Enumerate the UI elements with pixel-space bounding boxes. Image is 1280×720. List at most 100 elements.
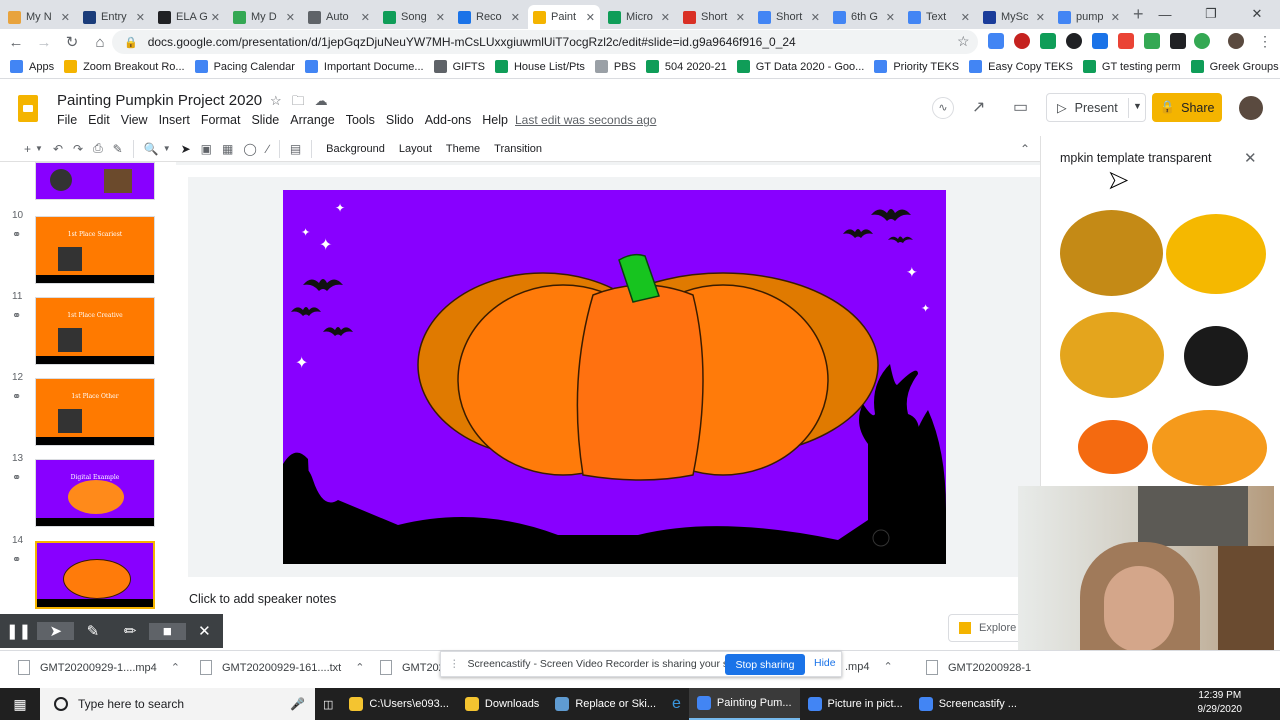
slides-logo-icon[interactable] bbox=[18, 95, 38, 122]
bookmark-item[interactable]: Important Docume... bbox=[304, 60, 424, 73]
close-tab-icon[interactable]: ✕ bbox=[286, 11, 295, 24]
taskbar-app[interactable]: Replace or Ski... bbox=[547, 688, 664, 720]
windows-start-icon[interactable]: ▦ bbox=[0, 696, 40, 713]
slide-thumbnail[interactable]: 1st Place Other bbox=[35, 378, 155, 446]
close-tab-icon[interactable]: ✕ bbox=[661, 11, 670, 24]
search-result-image[interactable] bbox=[1060, 210, 1163, 296]
download-item[interactable]: GMT20200929-1....mp4 ⌃ bbox=[18, 660, 180, 675]
bookmark-item[interactable]: Easy Copy TEKS bbox=[969, 60, 1073, 73]
extension-icon[interactable] bbox=[988, 33, 1004, 49]
move-folder-icon[interactable]: 🗀 bbox=[292, 93, 315, 108]
extension-icon[interactable] bbox=[1194, 33, 1210, 49]
bookmark-item[interactable]: GT Data 2020 - Goo... bbox=[736, 60, 864, 73]
menu-item-format[interactable]: Format bbox=[201, 113, 241, 127]
menu-item-slido[interactable]: Slido bbox=[386, 113, 414, 127]
menu-item-help[interactable]: Help bbox=[482, 113, 508, 127]
bookmark-item[interactable]: Greek Groups Carp... bbox=[1190, 60, 1280, 73]
current-slide[interactable]: ✦ ✦ ✦ ✦ ✦ ✦ bbox=[283, 190, 946, 564]
microphone-icon[interactable]: 🎤 bbox=[290, 697, 305, 711]
taskbar-app[interactable]: Picture in pict... bbox=[800, 688, 911, 720]
bookmark-item[interactable]: Apps bbox=[10, 60, 54, 73]
close-tab-icon[interactable]: ✕ bbox=[361, 11, 370, 24]
bookmark-item[interactable]: Priority TEKS bbox=[874, 60, 959, 73]
close-window-icon[interactable]: ✕ bbox=[1234, 0, 1280, 28]
paint-format-icon[interactable]: ✎ bbox=[113, 142, 123, 156]
background-button[interactable]: Background bbox=[326, 143, 385, 155]
browser-tab[interactable]: ELA G ✕ bbox=[153, 5, 225, 29]
bookmark-item[interactable]: Zoom Breakout Ro... bbox=[64, 60, 185, 73]
taskbar-app[interactable]: Downloads bbox=[457, 688, 547, 720]
stop-sharing-button[interactable]: Stop sharing bbox=[725, 654, 805, 675]
browser-tab[interactable]: Micro ✕ bbox=[603, 5, 675, 29]
close-tab-icon[interactable]: ✕ bbox=[1111, 11, 1120, 24]
close-tab-icon[interactable]: ✕ bbox=[136, 11, 145, 24]
browser-tab[interactable]: Short ✕ bbox=[753, 5, 825, 29]
camera-icon[interactable]: ■ bbox=[148, 622, 186, 640]
menu-item-slide[interactable]: Slide bbox=[251, 113, 279, 127]
theme-button[interactable]: Theme bbox=[446, 143, 480, 155]
print-icon[interactable]: ⎙ bbox=[93, 141, 103, 156]
present-button[interactable]: ▷ Present ▼ bbox=[1046, 93, 1146, 122]
browser-menu-icon[interactable]: ⋮ bbox=[1258, 33, 1272, 50]
reload-icon[interactable]: ↻ bbox=[60, 33, 84, 51]
extension-icon[interactable] bbox=[1014, 33, 1030, 49]
speaker-notes[interactable]: Click to add speaker notes bbox=[176, 580, 1040, 620]
bookmark-item[interactable]: GIFTS bbox=[433, 60, 485, 73]
cloud-status-icon[interactable]: ☁ bbox=[315, 93, 338, 108]
search-result-image[interactable] bbox=[1078, 420, 1148, 474]
browser-tab[interactable]: Reco ✕ bbox=[453, 5, 525, 29]
shape-icon[interactable]: ◯ bbox=[243, 142, 256, 156]
search-result-image[interactable] bbox=[1166, 214, 1266, 294]
transition-button[interactable]: Transition bbox=[494, 143, 542, 155]
taskbar-search[interactable]: Type here to search 🎤 bbox=[40, 688, 315, 720]
browser-tab[interactable]: Auto ✕ bbox=[303, 5, 375, 29]
search-result-image[interactable] bbox=[1060, 312, 1164, 398]
bookmark-star-icon[interactable]: ☆ bbox=[957, 33, 970, 50]
select-cursor-icon[interactable]: ➤ bbox=[181, 142, 191, 156]
browser-tab[interactable]: Short ✕ bbox=[678, 5, 750, 29]
taskbar-app[interactable]: Screencastify ... bbox=[911, 688, 1025, 720]
close-tab-icon[interactable]: ✕ bbox=[736, 11, 745, 24]
edge-browser-icon[interactable]: e bbox=[664, 688, 689, 720]
chevron-up-icon[interactable]: ⌃ bbox=[355, 661, 364, 674]
close-tab-icon[interactable]: ✕ bbox=[61, 11, 70, 24]
close-tab-icon[interactable]: ✕ bbox=[586, 11, 595, 24]
menu-item-arrange[interactable]: Arrange bbox=[290, 113, 334, 127]
close-tab-icon[interactable]: ✕ bbox=[1036, 11, 1045, 24]
download-item[interactable]: .mp4 ⌃ bbox=[845, 660, 893, 674]
browser-tab[interactable]: MySc ✕ bbox=[978, 5, 1050, 29]
highlighter-icon[interactable]: ✏ bbox=[112, 622, 149, 640]
task-view-icon[interactable]: ◫ bbox=[315, 688, 341, 720]
menu-item-tools[interactable]: Tools bbox=[346, 113, 375, 127]
bookmark-item[interactable]: PBS bbox=[594, 60, 636, 73]
pause-icon[interactable]: ❚❚ bbox=[0, 622, 37, 640]
close-tab-icon[interactable]: ✕ bbox=[886, 11, 895, 24]
share-button[interactable]: 🔒 Share bbox=[1152, 93, 1222, 122]
slide-thumbnail[interactable]: 1st Place Scariest bbox=[35, 216, 155, 284]
browser-tab[interactable]: My D ✕ bbox=[228, 5, 300, 29]
close-tab-icon[interactable]: ✕ bbox=[961, 11, 970, 24]
home-icon[interactable]: ⌂ bbox=[88, 34, 112, 51]
taskbar-app[interactable]: C:\Users\e093... bbox=[341, 688, 456, 720]
extension-icon[interactable] bbox=[1170, 33, 1186, 49]
bookmark-item[interactable]: House List/Pts bbox=[494, 60, 585, 73]
search-result-image[interactable] bbox=[1184, 326, 1248, 386]
vertical-ruler[interactable] bbox=[176, 177, 188, 577]
browser-tab[interactable]: My N ✕ bbox=[3, 5, 75, 29]
extension-icon[interactable] bbox=[1144, 33, 1160, 49]
chevron-down-icon[interactable]: ▼ bbox=[163, 144, 171, 153]
text-box-icon[interactable]: ▣ bbox=[201, 142, 212, 156]
browser-tab[interactable]: Song ✕ bbox=[378, 5, 450, 29]
extension-icon[interactable] bbox=[1092, 33, 1108, 49]
menu-item-insert[interactable]: Insert bbox=[159, 113, 190, 127]
browser-tab[interactable]: Paint ✕ bbox=[528, 5, 600, 29]
drag-handle-icon[interactable]: ⋮ bbox=[449, 658, 460, 670]
search-query[interactable]: mpkin template transparent bbox=[1060, 151, 1211, 165]
close-tab-icon[interactable]: ✕ bbox=[511, 11, 520, 24]
restore-icon[interactable]: ❐ bbox=[1188, 0, 1234, 28]
close-icon[interactable]: ✕ bbox=[186, 622, 223, 640]
bookmark-item[interactable]: 504 2020-21 bbox=[645, 60, 727, 73]
close-tab-icon[interactable]: ✕ bbox=[436, 11, 445, 24]
browser-tab[interactable]: pump ✕ bbox=[1053, 5, 1125, 29]
chevron-down-icon[interactable]: ▼ bbox=[35, 144, 43, 153]
